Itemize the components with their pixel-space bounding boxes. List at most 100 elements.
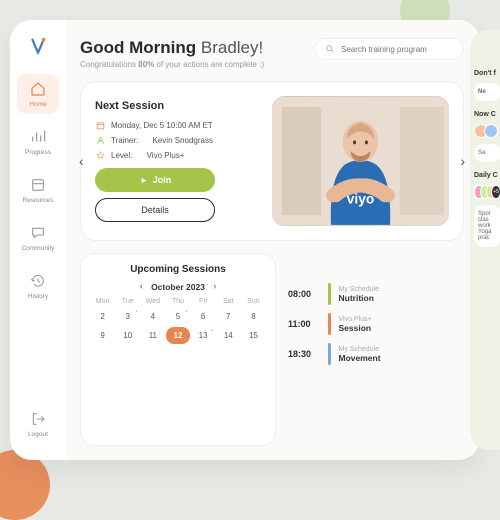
session-text: Vivo Plus+ Session (339, 316, 372, 333)
play-icon (139, 176, 148, 185)
peek-heading-1: Don't f (474, 70, 500, 77)
session-name: Movement (339, 353, 381, 363)
search-box[interactable] (314, 38, 464, 60)
calendar-days-grid: 23•45•678 910111213•1415 (91, 308, 265, 344)
decor-blob-orange (0, 450, 50, 520)
peek-card-1: Ne (474, 83, 500, 101)
join-button[interactable]: Join (95, 168, 215, 192)
session-color-bar (328, 283, 331, 305)
star-icon (95, 150, 105, 160)
session-category: My Schedule (339, 346, 381, 353)
calendar-dow: Tue (116, 298, 139, 305)
resources-icon (29, 176, 47, 194)
greeting: Good Morning Bradley! Congratulations 80… (80, 38, 264, 69)
page-title: Good Morning Bradley! (80, 38, 264, 58)
session-color-bar (328, 343, 331, 365)
logo-icon (27, 36, 49, 58)
calendar-day-marker: • (136, 309, 138, 315)
calendar-day[interactable]: 5• (166, 308, 189, 325)
next-month-button[interactable]: › (213, 281, 216, 292)
avatar-group (474, 124, 500, 138)
history-icon (29, 272, 47, 290)
calendar-day[interactable]: 6 (192, 308, 215, 325)
user-icon (95, 135, 105, 145)
sidebar-item-label: Home (29, 101, 46, 108)
session-color-bar (328, 313, 331, 335)
calendar-day[interactable]: 15 (242, 327, 265, 344)
search-input[interactable] (341, 45, 453, 54)
calendar-dow: Fri (192, 298, 215, 305)
sidebar-item-label: Progress (25, 149, 51, 156)
calendar-dow: Mon (91, 298, 114, 305)
peek-card-2: Sa (474, 144, 500, 162)
sub-greeting: Congratulations 80% of your actions are … (80, 60, 264, 69)
logout-icon (29, 410, 47, 428)
sidebar-item-home[interactable]: Home (17, 74, 59, 114)
svg-text:viyo: viyo (347, 191, 375, 206)
session-category: My Schedule (339, 286, 379, 293)
calendar-day[interactable]: 14 (217, 327, 240, 344)
calendar-day[interactable]: 4 (141, 308, 164, 325)
prev-session-button[interactable]: ‹ (79, 153, 84, 169)
sidebar-item-community[interactable]: Community (17, 218, 59, 258)
session-list: 08:00 My Schedule Nutrition 11:00 Vivo P… (288, 253, 464, 446)
sidebar-item-label: Community (22, 245, 55, 252)
session-row[interactable]: 08:00 My Schedule Nutrition (288, 281, 464, 307)
session-time: 18:30 (288, 349, 320, 359)
calendar-dow: Sat (217, 298, 240, 305)
calendar-day[interactable]: 2 (91, 308, 114, 325)
sidebar-item-logout[interactable]: Logout (17, 404, 59, 444)
sidebar-item-resources[interactable]: Resources (17, 170, 59, 210)
home-icon (29, 80, 47, 98)
session-row[interactable]: 18:30 My Schedule Movement (288, 341, 464, 367)
session-level-row: Level: Vivo Plus+ (95, 150, 260, 160)
calendar-day[interactable]: 7 (217, 308, 240, 325)
next-session-title: Next Session (95, 100, 260, 112)
calendar-month: October 2023 (151, 282, 205, 292)
calendar-icon (95, 120, 105, 130)
session-text: My Schedule Nutrition (339, 286, 379, 303)
sidebar-item-label: History (28, 293, 48, 300)
session-time: 08:00 (288, 289, 320, 299)
calendar-day[interactable]: 3• (116, 308, 139, 325)
calendar-card: Upcoming Sessions ‹ October 2023 › MonTu… (80, 253, 276, 446)
session-row[interactable]: 11:00 Vivo Plus+ Session (288, 311, 464, 337)
main-panel: Good Morning Bradley! Congratulations 80… (66, 20, 480, 460)
calendar-dow-row: MonTueWedThuFriSatSun (91, 298, 265, 305)
search-icon (325, 44, 335, 54)
calendar-day-marker: • (211, 328, 213, 334)
session-name: Nutrition (339, 293, 379, 303)
calendar-day[interactable]: 11 (141, 327, 164, 344)
details-button[interactable]: Details (95, 198, 215, 222)
sidebar-item-label: Logout (28, 431, 48, 438)
progress-icon (29, 128, 47, 146)
sidebar-item-history[interactable]: History (17, 266, 59, 306)
avatar-more: +5 (491, 185, 500, 199)
calendar-day[interactable]: 12 (166, 327, 189, 344)
session-category: Vivo Plus+ (339, 316, 372, 323)
calendar-day[interactable]: 10 (116, 327, 139, 344)
next-session-button[interactable]: › (460, 153, 465, 169)
trainer-illustration: viyo (272, 96, 449, 226)
topbar: Good Morning Bradley! Congratulations 80… (80, 38, 464, 69)
sidebar-item-progress[interactable]: Progress (17, 122, 59, 162)
calendar-dow: Sun (242, 298, 265, 305)
prev-month-button[interactable]: ‹ (140, 281, 143, 292)
next-session-info: Next Session Monday, Dec 5 10:00 AM ET T… (95, 100, 260, 222)
app-window: Home Progress Resources Community Histor… (10, 20, 480, 460)
avatar (484, 124, 498, 138)
upcoming-title: Upcoming Sessions (91, 264, 265, 275)
calendar-day[interactable]: 8 (242, 308, 265, 325)
peek-heading-2: Now C (474, 111, 500, 118)
session-text: My Schedule Movement (339, 346, 381, 363)
calendar-day[interactable]: 13• (192, 327, 215, 344)
calendar-day-marker: • (186, 309, 188, 315)
session-name: Session (339, 323, 372, 333)
session-trainer-row: Trainer: Kevin Snodgrass (95, 135, 260, 145)
sidebar: Home Progress Resources Community Histor… (10, 20, 66, 460)
calendar-day[interactable]: 9 (91, 327, 114, 344)
next-session-card: ‹ Next Session Monday, Dec 5 10:00 AM ET… (80, 81, 464, 241)
sidebar-item-label: Resources (22, 197, 53, 204)
side-panel-peek: Don't f Ne Now C Sa Daily C +5 Sporclasw… (470, 30, 500, 450)
session-time: 11:00 (288, 319, 320, 329)
